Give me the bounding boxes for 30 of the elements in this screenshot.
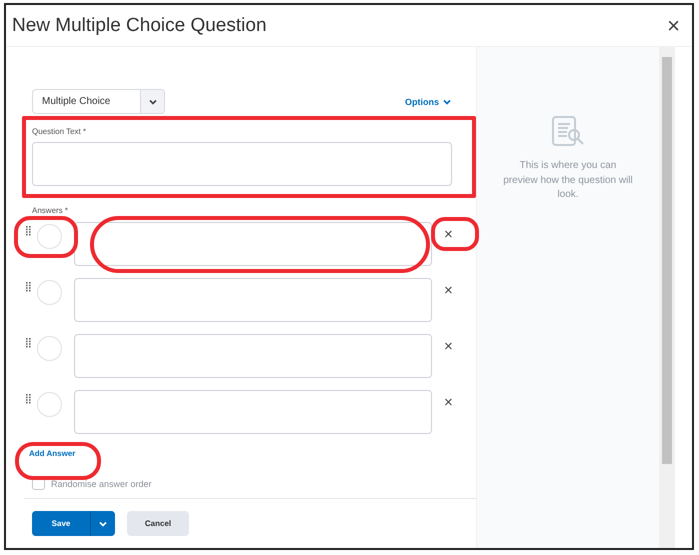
- radio-button[interactable]: [37, 280, 62, 305]
- highlight-ring: [14, 216, 78, 258]
- remove-button[interactable]: ×: [444, 226, 453, 243]
- remove-button[interactable]: ×: [444, 338, 453, 355]
- add-answer-link[interactable]: Add Answer: [29, 449, 76, 458]
- close-button[interactable]: ×: [667, 12, 680, 38]
- answer-field[interactable]: [74, 278, 432, 322]
- answer-field[interactable]: [74, 390, 432, 434]
- answer-field[interactable]: [74, 222, 432, 266]
- checkbox-label: Randomise answer order: [51, 478, 152, 488]
- remove-button[interactable]: ×: [444, 282, 453, 299]
- answer-field[interactable]: [74, 334, 432, 378]
- radio-button[interactable]: [37, 336, 62, 361]
- question-type-select[interactable]: Multiple Choice: [32, 89, 165, 114]
- radio-button[interactable]: [37, 224, 62, 249]
- cancel-button[interactable]: Cancel: [127, 511, 189, 536]
- save-menu-button[interactable]: [90, 511, 115, 536]
- radio-button[interactable]: [37, 392, 62, 417]
- drag-handle-icon[interactable]: [26, 226, 31, 236]
- drag-handle-icon[interactable]: [26, 282, 31, 292]
- preview-hint: This is where you can preview how the question will look.: [503, 159, 633, 202]
- options-link[interactable]: Options: [405, 96, 452, 106]
- drag-handle-icon[interactable]: [26, 338, 31, 348]
- remove-button[interactable]: ×: [444, 394, 453, 411]
- scrollbar[interactable]: [659, 47, 675, 548]
- field-label: Question Text *: [32, 127, 88, 136]
- dialog-title: New Multiple Choice Question: [12, 14, 267, 36]
- drag-handle-icon[interactable]: [26, 394, 31, 404]
- question-text-field[interactable]: [32, 142, 452, 186]
- field-label: Answers *: [32, 206, 70, 215]
